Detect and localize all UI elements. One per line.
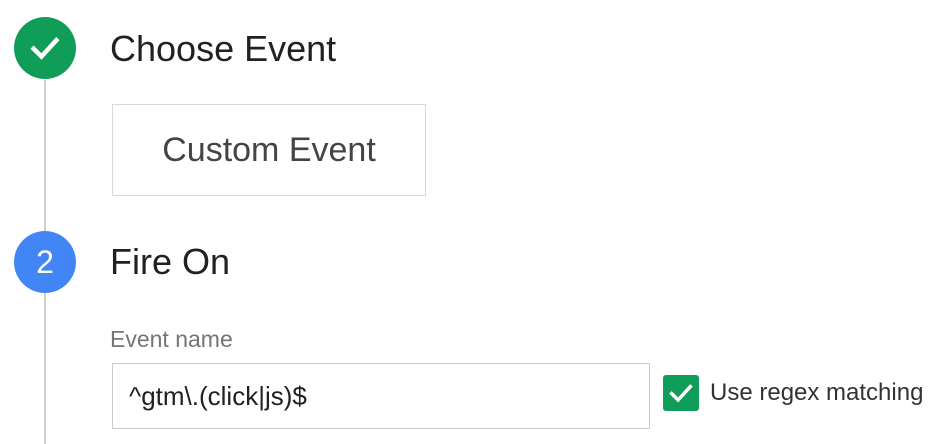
trigger-setup-wizard: Choose Event Custom Event 2 Fire On Even… — [0, 0, 930, 444]
step-connector-line — [44, 293, 46, 444]
check-icon — [30, 37, 60, 60]
regex-matching-label: Use regex matching — [710, 379, 924, 406]
check-icon — [669, 384, 693, 403]
step-1-complete-indicator — [14, 17, 76, 79]
regex-matching-checkbox[interactable] — [663, 375, 699, 411]
step-1-title: Choose Event — [110, 28, 337, 69]
event-name-input[interactable] — [112, 363, 650, 429]
step-2-title: Fire On — [110, 241, 231, 282]
event-type-card[interactable]: Custom Event — [112, 104, 426, 196]
regex-matching-option[interactable]: Use regex matching — [663, 375, 923, 411]
step-connector-line — [44, 80, 46, 232]
step-2-number-indicator: 2 — [14, 231, 76, 293]
event-name-label: Event name — [110, 326, 233, 352]
